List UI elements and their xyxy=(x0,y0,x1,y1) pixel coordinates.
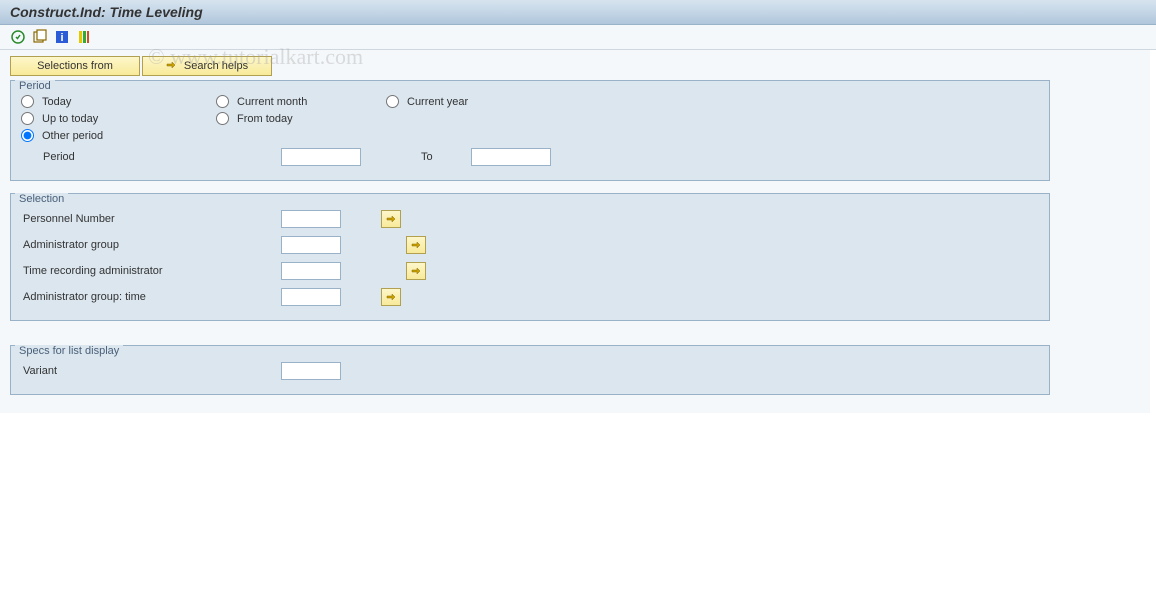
period-group: Period Today Current month Current year xyxy=(10,80,1050,181)
time-rec-admin-multi-button[interactable] xyxy=(406,262,426,280)
radio-up-to-today-label: Up to today xyxy=(42,113,98,125)
exit-icon[interactable] xyxy=(76,29,92,45)
svg-text:i: i xyxy=(60,32,63,44)
window-title-bar: Construct.Ind: Time Leveling xyxy=(0,0,1156,25)
period-field-label: Period xyxy=(21,151,281,163)
radio-today-input[interactable] xyxy=(21,95,34,108)
radio-today[interactable]: Today xyxy=(21,95,216,108)
button-row: Selections from Search helps xyxy=(10,56,1140,76)
radio-current-year-input[interactable] xyxy=(386,95,399,108)
admin-group-time-label: Administrator group: time xyxy=(21,291,281,303)
radio-current-year[interactable]: Current year xyxy=(386,95,566,108)
time-rec-admin-input[interactable] xyxy=(281,262,341,280)
window-title: Construct.Ind: Time Leveling xyxy=(10,4,203,20)
period-to-input[interactable] xyxy=(471,148,551,166)
specs-legend: Specs for list display xyxy=(15,345,123,357)
selections-from-button[interactable]: Selections from xyxy=(10,56,140,76)
info-icon[interactable]: i xyxy=(54,29,70,45)
admin-group-label: Administrator group xyxy=(21,239,281,251)
personnel-number-multi-button[interactable] xyxy=(381,210,401,228)
radio-up-to-today[interactable]: Up to today xyxy=(21,112,216,125)
radio-up-to-today-input[interactable] xyxy=(21,112,34,125)
app-toolbar: i xyxy=(0,25,1156,50)
selections-from-label: Selections from xyxy=(37,60,113,72)
personnel-number-label: Personnel Number xyxy=(21,213,281,225)
radio-other-period[interactable]: Other period xyxy=(21,129,216,142)
variant-label: Variant xyxy=(21,365,281,377)
radio-other-period-label: Other period xyxy=(42,130,103,142)
radio-current-year-label: Current year xyxy=(407,96,468,108)
content-area: Selections from Search helps Period Toda… xyxy=(0,50,1150,413)
selection-legend: Selection xyxy=(15,193,68,205)
radio-current-month-label: Current month xyxy=(237,96,307,108)
radio-from-today-input[interactable] xyxy=(216,112,229,125)
period-legend: Period xyxy=(15,80,55,92)
selection-group: Selection Personnel Number Administrator… xyxy=(10,193,1050,321)
period-to-label: To xyxy=(421,151,471,163)
search-helps-button[interactable]: Search helps xyxy=(142,56,272,76)
arrow-right-icon xyxy=(166,60,176,73)
radio-current-month-input[interactable] xyxy=(216,95,229,108)
radio-today-label: Today xyxy=(42,96,71,108)
search-helps-label: Search helps xyxy=(184,60,248,72)
radio-from-today-label: From today xyxy=(237,113,293,125)
admin-group-multi-button[interactable] xyxy=(406,236,426,254)
time-rec-admin-label: Time recording administrator xyxy=(21,265,281,277)
admin-group-time-input[interactable] xyxy=(281,288,341,306)
radio-from-today[interactable]: From today xyxy=(216,112,386,125)
variant-input[interactable] xyxy=(281,362,341,380)
execute-icon[interactable] xyxy=(10,29,26,45)
radio-current-month[interactable]: Current month xyxy=(216,95,386,108)
specs-group: Specs for list display Variant xyxy=(10,345,1050,395)
personnel-number-input[interactable] xyxy=(281,210,341,228)
admin-group-time-multi-button[interactable] xyxy=(381,288,401,306)
period-from-input[interactable] xyxy=(281,148,361,166)
radio-other-period-input[interactable] xyxy=(21,129,34,142)
admin-group-input[interactable] xyxy=(281,236,341,254)
get-variant-icon[interactable] xyxy=(32,29,48,45)
